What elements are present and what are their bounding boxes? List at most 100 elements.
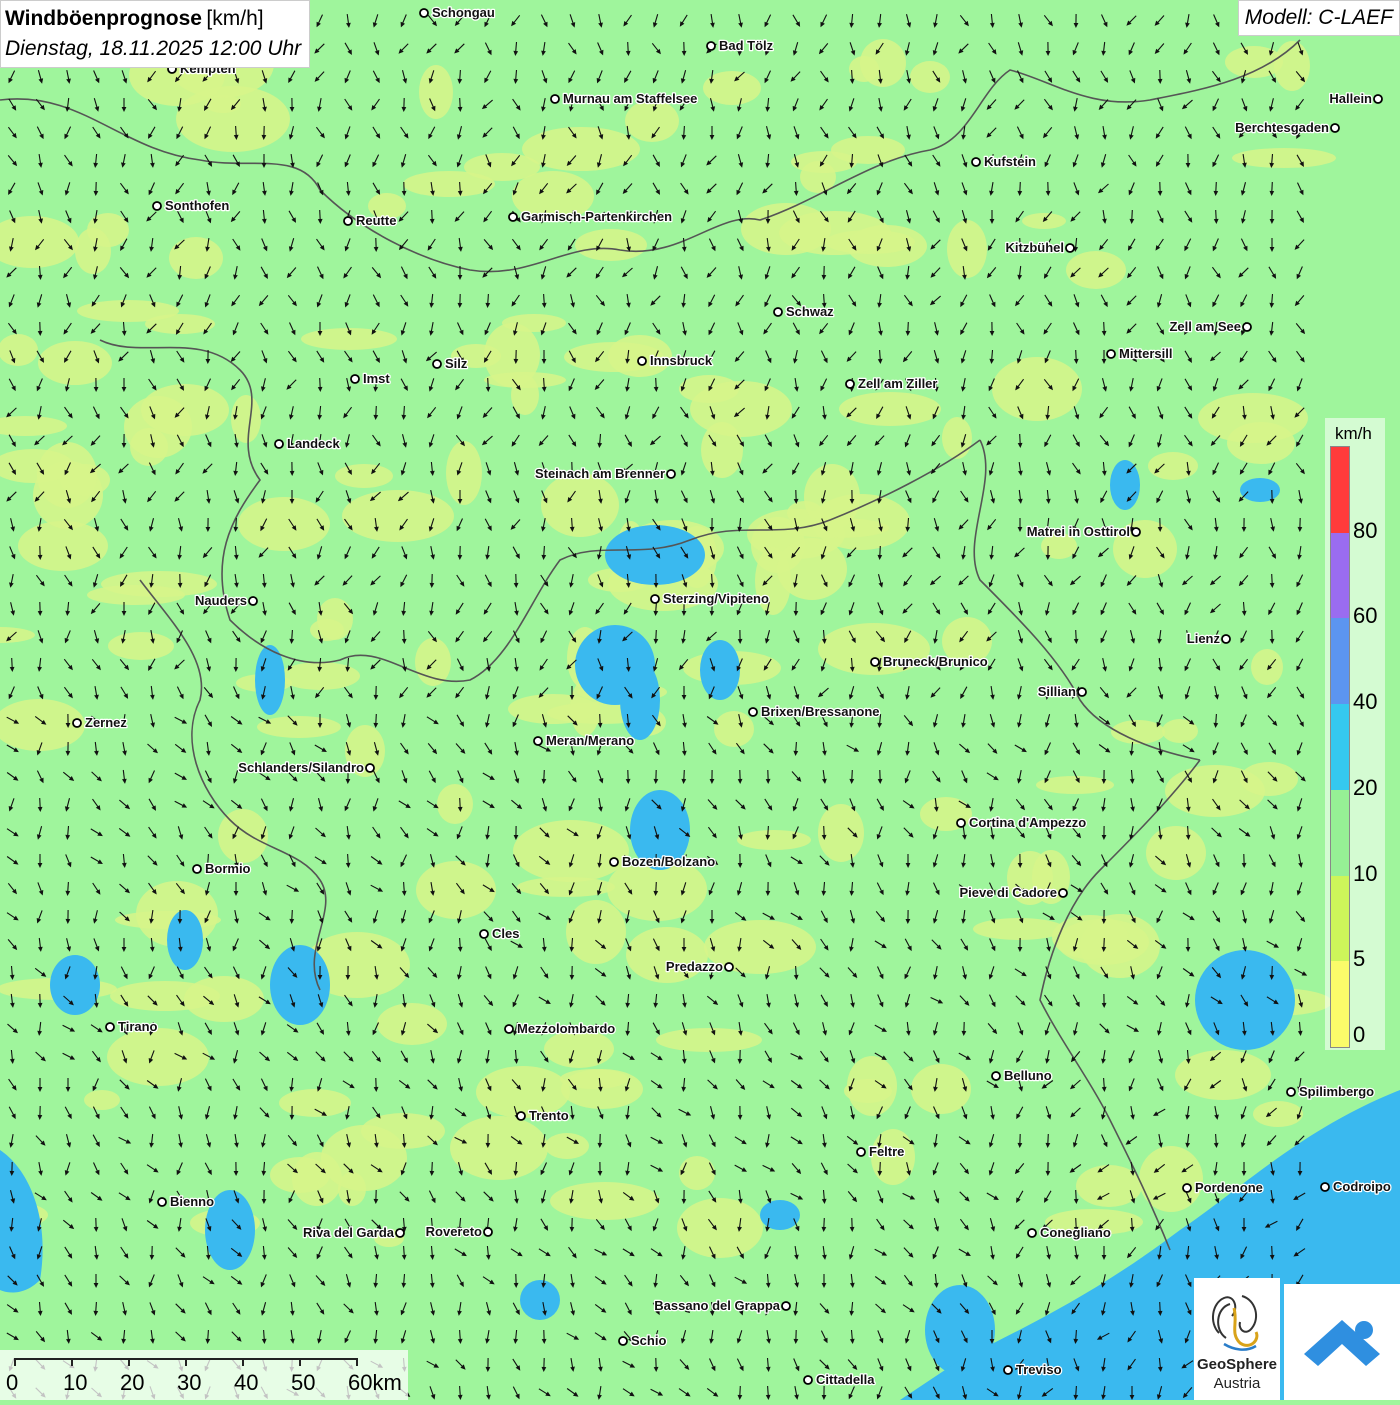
city-marker[interactable]: Mittersill xyxy=(1107,346,1172,361)
city-marker[interactable]: Reutte xyxy=(344,213,396,228)
city-marker[interactable]: Mezzolombardo xyxy=(505,1021,615,1036)
wind-arrow xyxy=(485,294,490,308)
wind-arrow xyxy=(1214,686,1219,700)
city-marker[interactable]: Kitzbühel xyxy=(1006,240,1075,255)
wind-arrow xyxy=(122,490,127,504)
wind-arrow xyxy=(514,826,519,840)
city-label: Matrei in Osttirol xyxy=(1027,524,1130,539)
wind-arrow xyxy=(735,295,743,306)
gust-band-blue xyxy=(520,1280,560,1320)
city-marker[interactable]: Garmisch-Partenkirchen xyxy=(509,209,672,224)
city-label: Conegliano xyxy=(1040,1225,1111,1240)
city-marker[interactable]: Schio xyxy=(619,1333,666,1348)
city-marker[interactable]: Hallein xyxy=(1329,91,1382,106)
city-marker[interactable]: Matrei in Osttirol xyxy=(1027,524,1140,539)
city-marker[interactable]: Murnau am Staffelsee xyxy=(551,91,697,106)
city-marker[interactable]: Sonthofen xyxy=(153,198,229,213)
wind-arrow xyxy=(653,1023,660,1035)
city-marker[interactable]: Schongau xyxy=(420,5,495,20)
city-marker[interactable]: Bassano del Grappa xyxy=(654,1298,790,1313)
city-marker[interactable]: Zell am Ziller xyxy=(846,376,937,391)
city-marker[interactable]: Riva del Garda xyxy=(303,1225,404,1240)
wind-arrow xyxy=(513,99,521,111)
wind-arrow xyxy=(373,295,379,308)
wind-arrow xyxy=(455,379,464,390)
city-marker[interactable]: Brixen/Bressanone xyxy=(749,704,880,719)
city-marker[interactable]: Meran/Merano xyxy=(534,733,634,748)
city-marker[interactable]: Steinach am Brenner xyxy=(535,466,675,481)
wind-arrow xyxy=(1070,1108,1080,1118)
city-dot xyxy=(1183,1184,1191,1192)
gust-band-yellow xyxy=(321,1125,407,1191)
wind-arrow xyxy=(988,1023,997,1034)
wind-arrow xyxy=(427,801,439,809)
city-marker[interactable]: Innsbruck xyxy=(638,353,713,368)
city-marker[interactable]: Spilimbergo xyxy=(1287,1084,1374,1099)
city-marker[interactable]: Lienz xyxy=(1187,631,1230,646)
wind-arrow xyxy=(709,1330,714,1344)
city-marker[interactable]: Zell am See xyxy=(1169,319,1251,334)
city-marker[interactable]: Bienno xyxy=(158,1194,214,1209)
wind-arrow xyxy=(428,127,435,139)
wind-arrow xyxy=(654,378,659,392)
city-marker[interactable]: Berchtesgaden xyxy=(1235,120,1339,135)
wind-arrow xyxy=(401,267,407,280)
city-marker[interactable]: Rovereto xyxy=(426,1224,492,1239)
city-marker[interactable]: Schwaz xyxy=(774,304,834,319)
wind-arrow xyxy=(7,773,18,781)
city-marker[interactable]: Cortina d'Ampezzo xyxy=(957,815,1086,830)
city-marker[interactable]: Pieve di Cadore xyxy=(959,885,1067,900)
wind-app-icon[interactable] xyxy=(1284,1284,1400,1400)
wind-arrow xyxy=(512,435,520,447)
wind-arrow xyxy=(1270,574,1275,588)
wind-arrow xyxy=(960,1219,969,1230)
city-marker[interactable]: Belluno xyxy=(992,1068,1052,1083)
wind-arrow xyxy=(514,602,519,616)
city-marker[interactable]: Conegliano xyxy=(1028,1225,1111,1240)
wind-arrow xyxy=(457,70,462,84)
city-marker[interactable]: Sterzing/Vipiteno xyxy=(651,591,769,606)
wind-arrow xyxy=(1100,1024,1110,1034)
wind-arrow xyxy=(1183,969,1194,977)
wind-arrow xyxy=(485,1330,490,1344)
geosphere-logo[interactable]: GeoSphere Austria xyxy=(1194,1278,1280,1400)
scale-tick xyxy=(242,1358,244,1366)
gust-band-yellow xyxy=(310,619,344,641)
city-marker[interactable]: Landeck xyxy=(275,436,341,451)
wind-arrow xyxy=(458,994,463,1008)
city-marker[interactable]: Silz xyxy=(433,356,468,371)
wind-arrow xyxy=(1043,127,1052,138)
city-marker[interactable]: Pordenone xyxy=(1183,1180,1263,1195)
city-marker[interactable]: Cittadella xyxy=(804,1372,875,1387)
wind-arrow xyxy=(990,854,995,868)
wind-arrow xyxy=(933,14,938,28)
wind-arrow xyxy=(822,1274,827,1288)
city-marker[interactable]: Bozen/Bolzano xyxy=(610,854,715,869)
city-marker[interactable]: Bormio xyxy=(193,861,251,876)
city-marker[interactable]: Bad Tölz xyxy=(707,38,774,53)
wind-arrow xyxy=(933,547,941,559)
city-marker[interactable]: Predazzo xyxy=(666,959,733,974)
city-marker[interactable]: Bruneck/Brunico xyxy=(871,654,988,669)
wind-arrow xyxy=(793,1302,798,1316)
wind-arrow xyxy=(513,686,519,699)
wind-arrow xyxy=(1018,1134,1023,1148)
wind-arrow xyxy=(234,910,239,924)
wind-arrow xyxy=(454,44,464,54)
wind-gust-map[interactable]: SchongauBad TölzKemptenMurnau am Staffel… xyxy=(0,0,1400,1400)
wind-arrow xyxy=(1102,826,1107,840)
wind-arrow xyxy=(989,462,994,475)
city-marker[interactable]: Schlanders/Silandro xyxy=(238,760,374,775)
wind-arrow xyxy=(261,1274,267,1287)
wind-arrow xyxy=(681,126,686,140)
wind-arrow xyxy=(878,602,884,615)
wind-arrow xyxy=(317,406,322,420)
city-marker[interactable]: Imst xyxy=(351,371,390,386)
city-marker[interactable]: Cles xyxy=(480,926,519,941)
wind-arrow xyxy=(961,378,966,392)
city-marker[interactable]: Nauders xyxy=(195,593,257,608)
wind-arrow xyxy=(821,658,826,671)
city-marker[interactable]: Tirano xyxy=(106,1019,158,1034)
city-marker[interactable]: Feltre xyxy=(857,1144,904,1159)
city-marker[interactable]: Kufstein xyxy=(972,154,1036,169)
